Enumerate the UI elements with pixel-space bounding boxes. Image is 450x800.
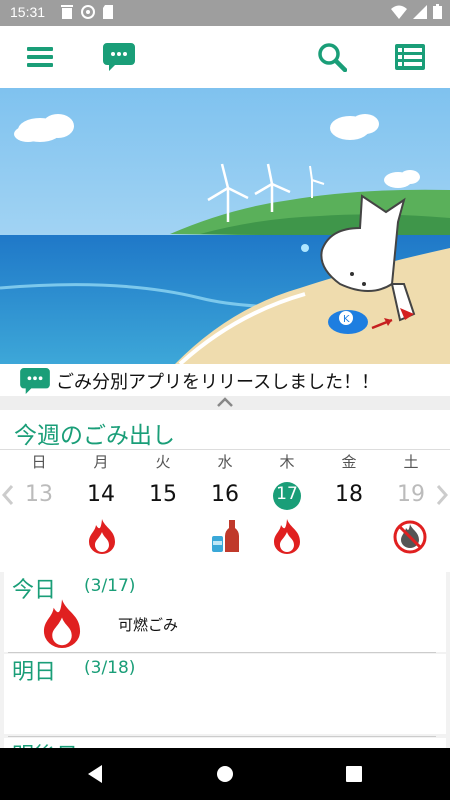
daily-detail: 今日 (3/17) 可燃ごみ 明日 (3/18) 明後日 — [0, 572, 450, 748]
search-icon — [318, 43, 347, 72]
weekday-sun: 日 — [31, 453, 47, 471]
week-header: 今週のごみ出し — [0, 410, 450, 450]
day-after-label: 明後日 — [12, 738, 78, 748]
svg-text:K: K — [343, 314, 350, 325]
today-garbage-type: 可燃ごみ — [118, 616, 179, 634]
today-date: (3/17) — [84, 576, 136, 596]
app-bar — [0, 26, 450, 89]
weekday-mon: 月 — [93, 453, 109, 471]
beach-mascot-illustration: K — [0, 88, 450, 364]
next-week-button[interactable] — [436, 484, 449, 512]
weekday-tue: 火 — [155, 453, 171, 471]
bottle-can-icon — [212, 520, 239, 552]
status-bar: 15:31 — [0, 0, 450, 26]
fire-icon — [43, 599, 81, 648]
menu-button[interactable] — [20, 38, 60, 76]
week-title: 今週のごみ出し — [14, 423, 175, 449]
weekday-sat: 土 — [403, 453, 419, 471]
list-button[interactable] — [390, 38, 430, 76]
date-thu-today[interactable]: 17 — [267, 484, 307, 504]
fire-icon — [89, 519, 115, 554]
back-icon[interactable] — [84, 762, 108, 786]
hamburger-menu-icon — [27, 47, 53, 67]
chevron-right-icon — [436, 485, 449, 505]
tomorrow-date: (3/18) — [84, 658, 136, 678]
home-icon[interactable] — [213, 762, 237, 786]
weekday-wed: 水 — [217, 453, 233, 471]
divider — [8, 736, 436, 737]
week-dates: 13 14 15 16 17 18 19 — [0, 472, 450, 572]
date-sun[interactable]: 13 — [19, 482, 59, 507]
date-mon[interactable]: 14 — [81, 482, 121, 507]
battery-icon — [433, 4, 442, 19]
fire-icon — [274, 519, 300, 554]
trash-notification-icon — [61, 5, 73, 19]
weekday-thu: 木 — [279, 453, 295, 471]
date-tue[interactable]: 15 — [143, 482, 183, 507]
status-time: 15:31 — [10, 4, 46, 20]
news-banner[interactable]: ごみ分別アプリをリリースしました！！ — [0, 364, 450, 396]
sync-notification-icon — [81, 5, 95, 19]
system-navigation-bar — [0, 748, 450, 800]
chat-bubble-icon — [20, 368, 50, 394]
chevron-up-icon — [217, 397, 233, 407]
divider — [8, 652, 436, 653]
date-fri[interactable]: 18 — [329, 482, 369, 507]
day-after-card[interactable]: 明後日 — [4, 738, 446, 748]
news-text: ごみ分別アプリをリリースしました！！ — [56, 372, 380, 393]
list-icon — [395, 44, 425, 70]
signal-icon — [413, 4, 427, 19]
tomorrow-card[interactable]: 明日 (3/18) — [4, 654, 446, 734]
chevron-left-icon — [1, 485, 14, 505]
prev-week-button[interactable] — [1, 484, 14, 512]
wifi-icon — [391, 5, 407, 19]
date-wed[interactable]: 16 — [205, 482, 245, 507]
search-button[interactable] — [312, 38, 352, 76]
recents-icon[interactable] — [342, 762, 366, 786]
chat-bubble-icon — [103, 43, 135, 71]
date-sat[interactable]: 19 — [391, 482, 431, 507]
collapse-handle[interactable] — [0, 396, 450, 410]
weekday-row: 日 月 火 水 木 金 土 — [0, 449, 450, 473]
no-fire-icon — [393, 520, 427, 554]
tomorrow-label: 明日 — [12, 660, 57, 685]
sd-card-icon — [103, 5, 113, 19]
banner-illustration[interactable]: K — [0, 88, 450, 364]
chat-button[interactable] — [99, 38, 139, 76]
weekday-fri: 金 — [341, 453, 357, 471]
today-card[interactable]: 今日 (3/17) 可燃ごみ — [4, 572, 446, 652]
